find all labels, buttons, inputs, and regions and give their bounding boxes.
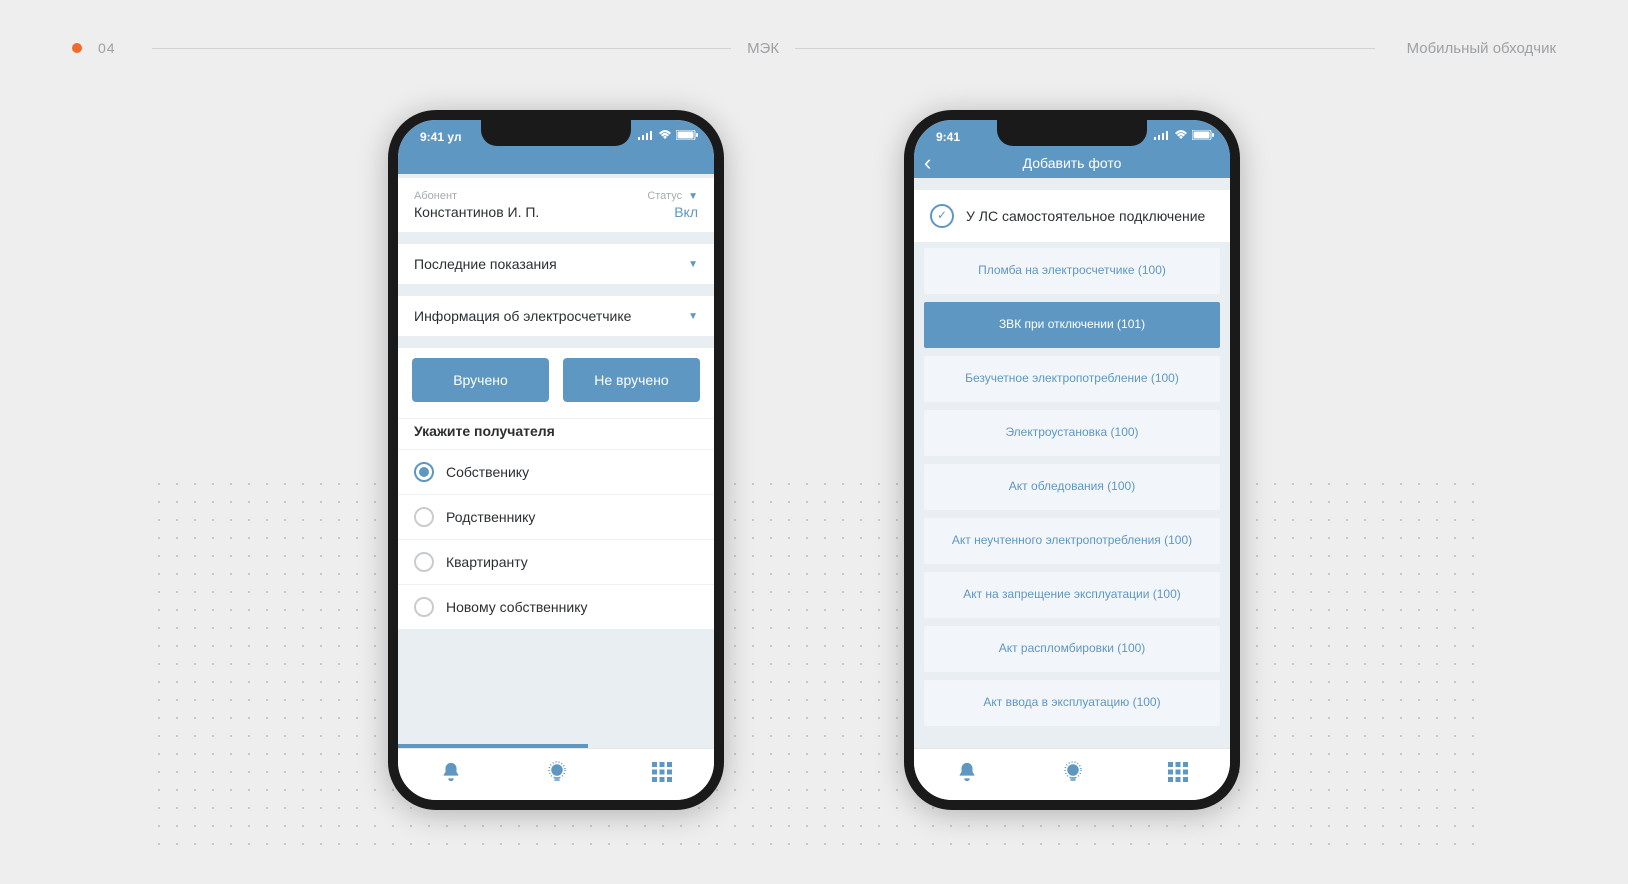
photo-category-option[interactable]: ЗВК при отключении (101) (924, 302, 1220, 348)
not-handed-button[interactable]: Не вручено (563, 358, 700, 402)
subscriber-name: Константинов И. П. (414, 204, 539, 220)
status-value[interactable]: Вкл (674, 204, 698, 220)
radio-label: Собственику (446, 464, 529, 480)
wifi-icon (1174, 130, 1188, 140)
self-connection-check[interactable]: ✓ У ЛС самостоятельное подключение (914, 190, 1230, 242)
handed-button[interactable]: Вручено (412, 358, 549, 402)
photo-category-option[interactable]: Электроустановка (100) (924, 410, 1220, 456)
phone-notch (481, 120, 631, 146)
subscriber-card: Абонент Константинов И. П. Статус ▼ Вкл (398, 178, 714, 232)
recipient-radio-item[interactable]: Собственику (398, 449, 714, 494)
photo-category-option[interactable]: Акт распломбировки (100) (924, 626, 1220, 672)
photo-category-list: Пломба на электросчетчике (100) ЗВК при о… (914, 242, 1230, 726)
photo-category-option[interactable]: Акт ввода в эксплуатацию (100) (924, 680, 1220, 726)
recipient-radio-item[interactable]: Родственнику (398, 494, 714, 539)
chevron-down-icon: ▼ (688, 259, 698, 270)
phone-mockup-1: 9:41 ул Абонент Константинов И. П. Стату… (388, 110, 724, 810)
tab-bar (398, 748, 714, 800)
check-circle-icon: ✓ (930, 204, 954, 228)
subscriber-label: Абонент (414, 190, 539, 202)
app-bar: ‹ Добавить фото (914, 148, 1230, 178)
photo-category-option[interactable]: Акт неучтенного электропотребления (100) (924, 518, 1220, 564)
meter-info-expander[interactable]: Информация об электросчетчике ▼ (398, 296, 714, 336)
recipient-title: Укажите получателя (398, 418, 714, 449)
status-right-icons (1154, 130, 1214, 140)
readings-expander[interactable]: Последние показания ▼ (398, 244, 714, 284)
check-label: У ЛС самостоятельное подключение (966, 207, 1205, 225)
status-time: 9:41 ул (420, 130, 462, 144)
battery-icon (1192, 130, 1214, 140)
brand-label: МЭК (747, 40, 779, 57)
bell-icon[interactable] (440, 761, 462, 788)
meter-info-label: Информация об электросчетчике (414, 308, 631, 324)
accent-dot-icon (72, 43, 82, 53)
radio-label: Квартиранту (446, 554, 528, 570)
wifi-icon (658, 130, 672, 140)
app-bar-title: Добавить фото (1023, 155, 1122, 171)
chevron-down-icon: ▼ (688, 311, 698, 322)
screen1-body: Абонент Константинов И. П. Статус ▼ Вкл … (398, 178, 714, 748)
signal-icon (638, 130, 654, 140)
radio-label: Родственнику (446, 509, 535, 525)
battery-icon (676, 130, 698, 140)
lightbulb-icon[interactable] (1061, 760, 1085, 789)
page-tagline: Мобильный обходчик (1407, 40, 1556, 57)
chevron-down-icon[interactable]: ▼ (688, 191, 698, 202)
grid-icon[interactable] (652, 762, 672, 787)
divider-line (795, 48, 1374, 49)
radio-icon (414, 462, 434, 482)
readings-label: Последние показания (414, 256, 557, 272)
radio-icon (414, 552, 434, 572)
page-header: 04 МЭК Мобильный обходчик (72, 36, 1556, 60)
status-right-icons (638, 130, 698, 140)
grid-icon[interactable] (1168, 762, 1188, 787)
status-label: Статус (647, 190, 682, 202)
tab-bar (914, 748, 1230, 800)
phone-mockup-2: 9:41 ‹ Добавить фото ✓ У ЛС самостоятель… (904, 110, 1240, 810)
phone-notch (997, 120, 1147, 146)
status-time: 9:41 (936, 130, 960, 144)
recipient-radio-item[interactable]: Новому собственнику (398, 584, 714, 629)
back-icon[interactable]: ‹ (924, 152, 931, 174)
page-number: 04 (98, 40, 116, 56)
photo-category-option[interactable]: Акт обледования (100) (924, 464, 1220, 510)
radio-icon (414, 597, 434, 617)
photo-category-option[interactable]: Акт на запрещение эксплуатации (100) (924, 572, 1220, 618)
screen2-body: ✓ У ЛС самостоятельное подключение Пломб… (914, 178, 1230, 748)
signal-icon (1154, 130, 1170, 140)
divider-line (152, 48, 731, 49)
recipient-radio-list: Собственику Родственнику Квартиранту Новому… (398, 449, 714, 629)
photo-category-option[interactable]: Безучетное электропотребление (100) (924, 356, 1220, 402)
recipient-radio-item[interactable]: Квартиранту (398, 539, 714, 584)
radio-icon (414, 507, 434, 527)
radio-label: Новому собственнику (446, 599, 587, 615)
lightbulb-icon[interactable] (545, 760, 569, 789)
bell-icon[interactable] (956, 761, 978, 788)
photo-category-option[interactable]: Пломба на электросчетчике (100) (924, 248, 1220, 294)
